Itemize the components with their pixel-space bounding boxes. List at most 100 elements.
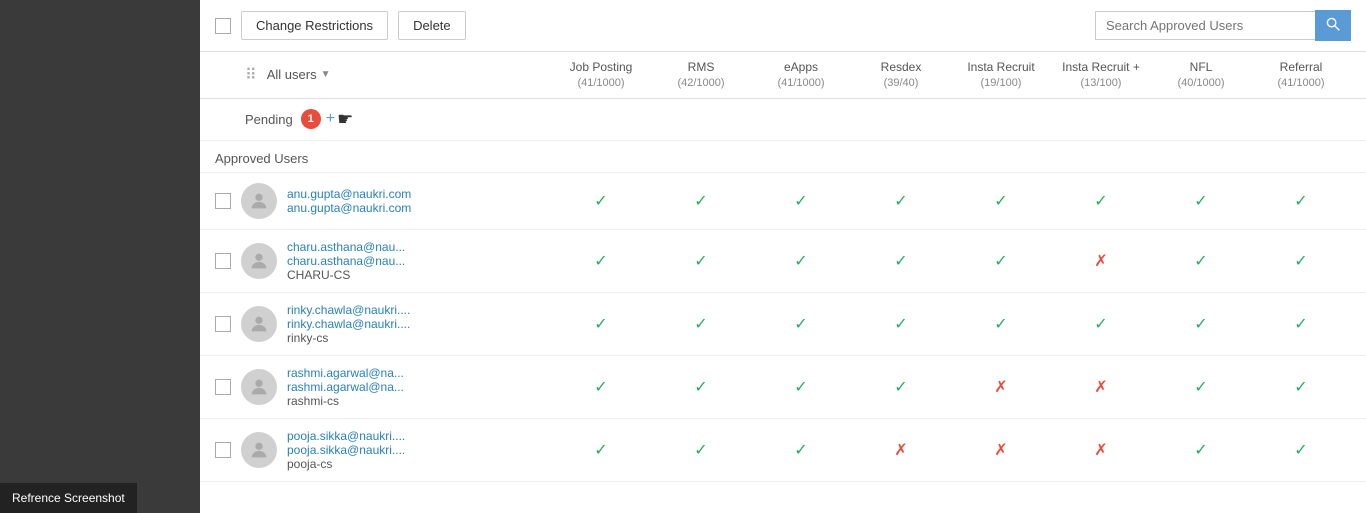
column-header-insta-recruit-+: Insta Recruit +(13/100): [1051, 60, 1151, 90]
check-cell-0-0: ✓: [551, 191, 651, 211]
table-row: charu.asthana@nau... charu.asthana@nau..…: [200, 230, 1366, 293]
user-email-primary: anu.gupta@naukri.com: [287, 187, 457, 201]
check-cell-2-5: ✓: [1051, 314, 1151, 334]
pending-label: Pending: [245, 112, 293, 127]
all-users-dropdown[interactable]: All users ▼: [267, 67, 331, 82]
check-cell-2-4: ✓: [951, 314, 1051, 334]
main-container: Change Restrictions Delete ⠿ All users ▼…: [200, 0, 1366, 513]
user-checks: ✓✓✓✗✗✗✓✓: [551, 440, 1351, 460]
cursor-pointer-icon: ☛: [337, 109, 353, 130]
check-cell-3-4: ✗: [951, 377, 1051, 397]
check-cell-4-1: ✓: [651, 440, 751, 460]
check-cell-1-0: ✓: [551, 251, 651, 271]
check-cell-3-1: ✓: [651, 377, 751, 397]
row-checkbox[interactable]: [215, 316, 231, 332]
check-cell-0-2: ✓: [751, 191, 851, 211]
user-email-secondary: pooja.sikka@naukri....: [287, 443, 457, 457]
user-email-secondary: rinky.chawla@naukri....: [287, 317, 457, 331]
avatar: [241, 432, 277, 468]
sidebar: [0, 0, 200, 513]
check-cell-2-6: ✓: [1151, 314, 1251, 334]
toolbar: Change Restrictions Delete: [200, 0, 1366, 52]
user-info: rinky.chawla@naukri.... rinky.chawla@nau…: [287, 303, 457, 345]
check-cell-0-4: ✓: [951, 191, 1051, 211]
user-company: pooja-cs: [287, 457, 457, 471]
all-users-label: All users: [267, 67, 317, 82]
delete-button[interactable]: Delete: [398, 11, 466, 40]
check-cell-0-6: ✓: [1151, 191, 1251, 211]
drag-handle-icon: ⠿: [245, 65, 257, 85]
column-header-referral: Referral(41/1000): [1251, 60, 1351, 90]
check-cell-4-2: ✓: [751, 440, 851, 460]
column-header-resdex: Resdex(39/40): [851, 60, 951, 90]
check-cell-1-1: ✓: [651, 251, 751, 271]
user-email-primary: pooja.sikka@naukri....: [287, 429, 457, 443]
check-cell-3-0: ✓: [551, 377, 651, 397]
check-cell-4-3: ✗: [851, 440, 951, 460]
check-cell-2-1: ✓: [651, 314, 751, 334]
check-cell-1-4: ✓: [951, 251, 1051, 271]
check-cell-0-7: ✓: [1251, 191, 1351, 211]
change-restrictions-button[interactable]: Change Restrictions: [241, 11, 388, 40]
user-company: rashmi-cs: [287, 394, 457, 408]
check-cell-0-3: ✓: [851, 191, 951, 211]
check-cell-3-6: ✓: [1151, 377, 1251, 397]
check-cell-1-6: ✓: [1151, 251, 1251, 271]
search-container: [1095, 10, 1351, 41]
user-checks: ✓✓✓✓✗✗✓✓: [551, 377, 1351, 397]
chevron-down-icon: ▼: [321, 69, 331, 80]
check-cell-0-5: ✓: [1051, 191, 1151, 211]
row-checkbox[interactable]: [215, 442, 231, 458]
column-header-eapps: eApps(41/1000): [751, 60, 851, 90]
check-cell-4-4: ✗: [951, 440, 1051, 460]
user-company: rinky-cs: [287, 331, 457, 345]
user-checks: ✓✓✓✓✓✓✓✓: [551, 191, 1351, 211]
pending-row: Pending 1 + ☛: [200, 99, 1366, 141]
user-checks: ✓✓✓✓✓✗✓✓: [551, 251, 1351, 271]
row-checkbox[interactable]: [215, 253, 231, 269]
user-company: CHARU-CS: [287, 268, 457, 282]
search-button[interactable]: [1315, 10, 1351, 41]
check-cell-2-7: ✓: [1251, 314, 1351, 334]
check-cell-4-6: ✓: [1151, 440, 1251, 460]
check-cell-1-5: ✗: [1051, 251, 1151, 271]
check-cell-3-3: ✓: [851, 377, 951, 397]
check-cell-4-0: ✓: [551, 440, 651, 460]
column-header-insta-recruit: Insta Recruit(19/100): [951, 60, 1051, 90]
user-email-primary: rinky.chawla@naukri....: [287, 303, 457, 317]
column-headers: Job Posting(41/1000)RMS(42/1000)eApps(41…: [551, 60, 1351, 90]
column-header-rms: RMS(42/1000): [651, 60, 751, 90]
filter-left: ⠿ All users ▼: [215, 65, 330, 85]
check-cell-2-0: ✓: [551, 314, 651, 334]
add-pending-button[interactable]: +: [326, 110, 335, 128]
user-info: anu.gupta@naukri.com anu.gupta@naukri.co…: [287, 187, 457, 215]
table-row: anu.gupta@naukri.com anu.gupta@naukri.co…: [200, 173, 1366, 230]
user-info: rashmi.agarwal@na... rashmi.agarwal@na..…: [287, 366, 457, 408]
approved-users-header: Approved Users: [200, 141, 1366, 173]
check-cell-3-7: ✓: [1251, 377, 1351, 397]
row-checkbox[interactable]: [215, 379, 231, 395]
user-email-primary: charu.asthana@nau...: [287, 240, 457, 254]
user-info: pooja.sikka@naukri.... pooja.sikka@naukr…: [287, 429, 457, 471]
check-cell-1-3: ✓: [851, 251, 951, 271]
user-rows-container: anu.gupta@naukri.com anu.gupta@naukri.co…: [200, 173, 1366, 482]
avatar: [241, 183, 277, 219]
column-header-job-posting: Job Posting(41/1000): [551, 60, 651, 90]
pending-badge[interactable]: 1: [301, 109, 321, 129]
user-email-secondary: rashmi.agarwal@na...: [287, 380, 457, 394]
user-email-primary: rashmi.agarwal@na...: [287, 366, 457, 380]
check-cell-3-5: ✗: [1051, 377, 1151, 397]
check-cell-1-7: ✓: [1251, 251, 1351, 271]
avatar: [241, 306, 277, 342]
table-row: pooja.sikka@naukri.... pooja.sikka@naukr…: [200, 419, 1366, 482]
select-all-checkbox[interactable]: [215, 18, 231, 34]
row-checkbox[interactable]: [215, 193, 231, 209]
approved-users-label: Approved Users: [215, 151, 308, 166]
check-cell-0-1: ✓: [651, 191, 751, 211]
check-cell-4-5: ✗: [1051, 440, 1151, 460]
check-cell-2-3: ✓: [851, 314, 951, 334]
check-cell-1-2: ✓: [751, 251, 851, 271]
search-input[interactable]: [1095, 11, 1315, 40]
reference-label: Refrence Screenshot: [0, 483, 137, 513]
table-row: rashmi.agarwal@na... rashmi.agarwal@na..…: [200, 356, 1366, 419]
